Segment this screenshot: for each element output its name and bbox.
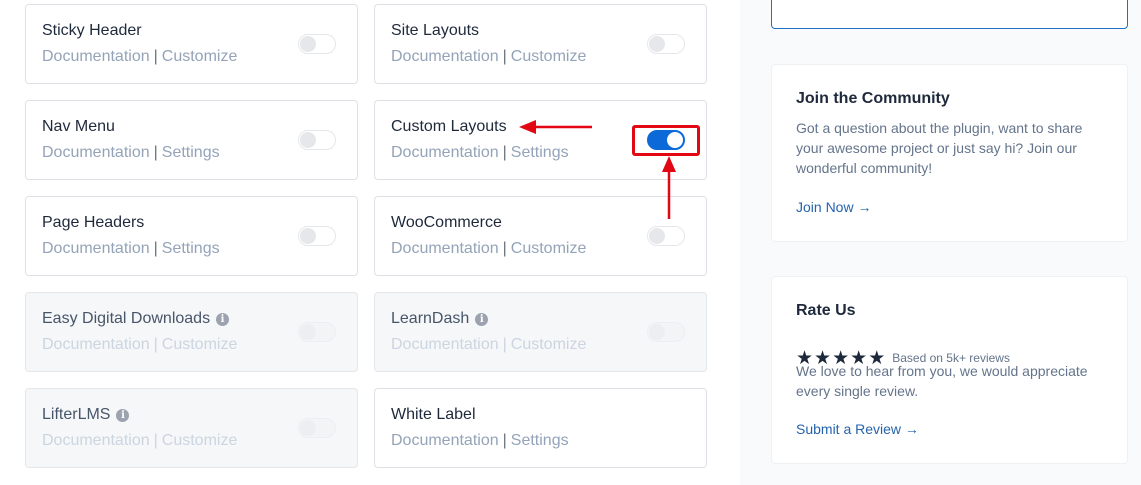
module-links: Documentation | Customize	[42, 48, 237, 66]
module-toggle[interactable]	[298, 226, 336, 246]
documentation-link[interactable]: Documentation	[391, 144, 499, 161]
rate-us-text: We love to hear from you, we would appre…	[796, 363, 1088, 399]
link-separator: |	[153, 144, 158, 161]
module-card-learndash: LearnDash i Documentation | Customize	[374, 292, 707, 372]
module-toggle[interactable]	[298, 34, 336, 54]
community-text: Got a question about the plugin, want to…	[796, 120, 1083, 176]
module-links: Documentation | Customize	[42, 336, 237, 354]
module-links: Documentation | Settings	[42, 144, 220, 162]
link-separator: |	[153, 240, 158, 257]
community-card: Join the Community Got a question about …	[771, 64, 1128, 242]
link-separator: |	[153, 336, 158, 353]
module-toggle-disabled	[647, 322, 685, 342]
module-toggle[interactable]	[647, 34, 685, 54]
module-toggle[interactable]	[647, 226, 685, 246]
module-title: LifterLMS i	[42, 406, 130, 424]
module-card-white-label: White Label Documentation | Settings	[374, 388, 707, 468]
documentation-link[interactable]: Documentation	[42, 48, 150, 65]
customize-link: Customize	[510, 336, 587, 353]
module-links: Documentation | Customize	[42, 432, 237, 450]
module-card-woocommerce: WooCommerce Documentation | Customize	[374, 196, 707, 276]
link-separator: |	[153, 48, 158, 65]
customize-link[interactable]: Customize	[511, 48, 587, 65]
modules-panel: Sticky Header Documentation | Customize Si…	[0, 0, 740, 485]
module-links: Documentation | Customize	[391, 336, 586, 354]
module-links: Documentation | Customize	[391, 48, 586, 66]
link-separator: |	[502, 240, 507, 257]
module-title: Custom Layouts	[391, 118, 507, 135]
module-card-easy-digital-downloads: Easy Digital Downloads i Documentation | Cu…	[25, 292, 358, 372]
documentation-link[interactable]: Documentation	[42, 144, 150, 161]
module-title: Sticky Header	[42, 22, 142, 39]
info-icon[interactable]: i	[116, 408, 130, 422]
documentation-link: Documentation	[391, 336, 499, 353]
module-title: WooCommerce	[391, 214, 502, 231]
join-now-link[interactable]: Join Now →	[796, 199, 871, 215]
module-links: Documentation | Customize	[391, 240, 586, 258]
link-separator: |	[153, 432, 158, 449]
sidebar-top-panel	[771, 0, 1128, 29]
customize-link: Customize	[161, 432, 238, 449]
module-title: LearnDash i	[391, 310, 489, 328]
info-icon[interactable]: i	[475, 312, 489, 326]
module-links: Documentation | Settings	[42, 240, 220, 258]
module-title: White Label	[391, 406, 476, 423]
documentation-link[interactable]: Documentation	[391, 48, 499, 65]
module-title: Easy Digital Downloads i	[42, 310, 230, 328]
documentation-link[interactable]: Documentation	[391, 240, 499, 257]
settings-link[interactable]: Settings	[162, 240, 220, 257]
customize-link: Customize	[161, 336, 238, 353]
documentation-link[interactable]: Documentation	[391, 432, 499, 449]
community-title: Join the Community	[796, 90, 950, 107]
module-card-sticky-header: Sticky Header Documentation | Customize	[25, 4, 358, 84]
info-icon[interactable]: i	[216, 312, 230, 326]
settings-link[interactable]: Settings	[162, 144, 220, 161]
customize-link[interactable]: Customize	[511, 240, 587, 257]
annotation-highlight-box	[632, 125, 700, 156]
module-toggle-disabled	[298, 418, 336, 438]
rate-us-title: Rate Us	[796, 302, 856, 319]
rate-us-card: Rate Us ★ ★ ★ ★ ★ Based on 5k+ reviews W…	[771, 276, 1128, 464]
module-links: Documentation | Settings	[391, 144, 569, 162]
submit-review-link[interactable]: Submit a Review →	[796, 421, 919, 437]
link-separator: |	[502, 48, 507, 65]
link-separator: |	[502, 432, 507, 449]
module-links: Documentation | Settings	[391, 432, 569, 450]
documentation-link: Documentation	[42, 336, 150, 353]
settings-link[interactable]: Settings	[511, 144, 569, 161]
settings-link[interactable]: Settings	[511, 432, 569, 449]
module-card-lifterlms: LifterLMS i Documentation | Customize	[25, 388, 358, 468]
module-card-site-layouts: Site Layouts Documentation | Customize	[374, 4, 707, 84]
module-title: Nav Menu	[42, 118, 115, 135]
documentation-link[interactable]: Documentation	[42, 240, 150, 257]
link-separator: |	[502, 336, 507, 353]
link-separator: |	[502, 144, 507, 161]
module-toggle[interactable]	[298, 130, 336, 150]
documentation-link: Documentation	[42, 432, 150, 449]
module-toggle-disabled	[298, 322, 336, 342]
module-title: Page Headers	[42, 214, 145, 231]
module-card-page-headers: Page Headers Documentation | Settings	[25, 196, 358, 276]
module-card-nav-menu: Nav Menu Documentation | Settings	[25, 100, 358, 180]
customize-link[interactable]: Customize	[162, 48, 238, 65]
module-title: Site Layouts	[391, 22, 480, 39]
